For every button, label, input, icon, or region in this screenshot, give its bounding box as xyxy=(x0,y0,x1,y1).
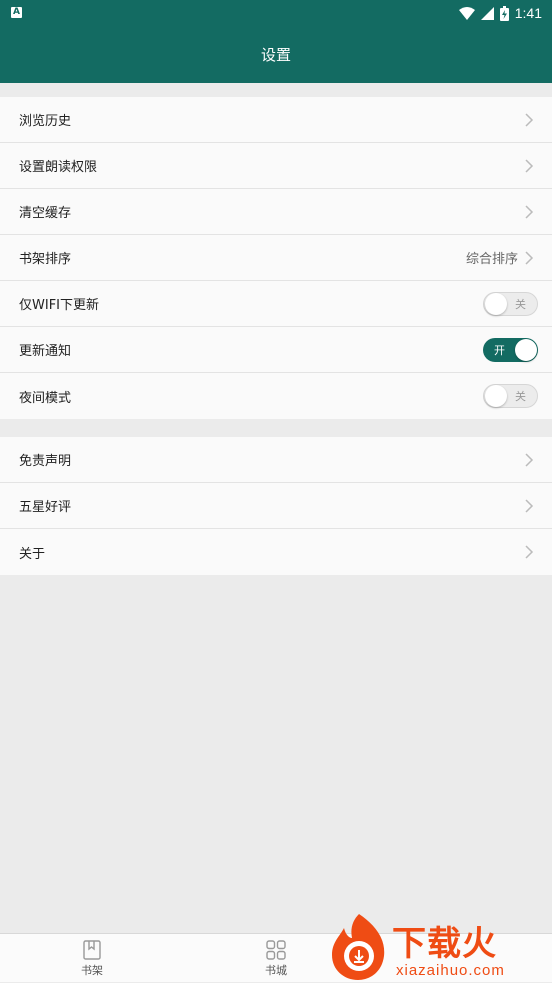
row-read-aloud-permission[interactable]: 设置朗读权限 xyxy=(0,143,552,189)
toggle-knob xyxy=(515,339,537,361)
row-browse-history[interactable]: 浏览历史 xyxy=(0,97,552,143)
clock: 1:41 xyxy=(514,5,542,21)
nav-item-bookstore[interactable]: 书城 xyxy=(231,934,321,982)
watermark-text: 下载火 xyxy=(392,924,497,964)
grid-icon xyxy=(266,940,286,960)
row-label: 五星好评 xyxy=(19,500,72,515)
row-wifi-only-update: 仅WIFI下更新 关 xyxy=(0,281,552,327)
status-icons: 1:41 xyxy=(458,4,542,22)
row-label: 浏览历史 xyxy=(19,114,72,129)
row-label: 更新通知 xyxy=(19,344,72,359)
page-title: 设置 xyxy=(260,46,291,64)
night-mode-toggle[interactable]: 关 xyxy=(483,384,538,408)
settings-group-about: 免责声明 五星好评 关于 xyxy=(0,437,552,575)
update-notification-toggle[interactable]: 开 xyxy=(483,338,538,362)
row-label: 免责声明 xyxy=(19,454,72,469)
toggle-state-text: 关 xyxy=(515,390,526,403)
signal-icon xyxy=(480,6,494,20)
bookshelf-icon xyxy=(83,940,101,960)
row-five-star-review[interactable]: 五星好评 xyxy=(0,483,552,529)
chevron-right-icon xyxy=(525,159,534,173)
status-bar: A 1:41 xyxy=(0,0,552,26)
row-label: 清空缓存 xyxy=(19,206,72,221)
nav-label: 书架 xyxy=(81,964,103,977)
row-disclaimer[interactable]: 免责声明 xyxy=(0,437,552,483)
app-notification-icon: A xyxy=(11,7,22,18)
toggle-state-text: 关 xyxy=(515,298,526,311)
chevron-right-icon xyxy=(525,205,534,219)
chevron-right-icon xyxy=(525,499,534,513)
row-label: 设置朗读权限 xyxy=(19,160,98,175)
watermark-url: xiazaihuo.com xyxy=(396,962,505,979)
row-clear-cache[interactable]: 清空缓存 xyxy=(0,189,552,235)
chevron-right-icon xyxy=(525,251,534,265)
wifi-icon xyxy=(458,6,475,20)
row-bookshelf-sort[interactable]: 书架排序 综合排序 xyxy=(0,235,552,281)
wifi-only-toggle[interactable]: 关 xyxy=(483,292,538,316)
watermark-logo: 下载火 xiazaihuo.com xyxy=(326,910,550,982)
row-about[interactable]: 关于 xyxy=(0,529,552,575)
chevron-right-icon xyxy=(525,545,534,559)
row-label: 仅WIFI下更新 xyxy=(19,298,99,313)
app-header: A 1:41 设置 xyxy=(0,0,552,83)
chevron-right-icon xyxy=(525,113,534,127)
nav-item-bookshelf[interactable]: 书架 xyxy=(47,934,137,982)
settings-group-main: 浏览历史 设置朗读权限 清空缓存 书架排序 综合排序 仅WIFI下更新 关 更新… xyxy=(0,97,552,419)
nav-label: 书城 xyxy=(265,964,287,977)
row-label: 书架排序 xyxy=(19,252,72,267)
row-night-mode: 夜间模式 关 xyxy=(0,373,552,419)
toggle-knob xyxy=(485,385,507,407)
row-update-notification: 更新通知 开 xyxy=(0,327,552,373)
toggle-knob xyxy=(485,293,507,315)
chevron-right-icon xyxy=(525,453,534,467)
sort-value: 综合排序 xyxy=(465,252,518,267)
battery-icon xyxy=(499,5,509,21)
toggle-state-text: 开 xyxy=(494,344,505,357)
row-label: 关于 xyxy=(19,546,46,562)
flame-logo-icon xyxy=(332,914,385,980)
row-label: 夜间模式 xyxy=(19,390,72,406)
